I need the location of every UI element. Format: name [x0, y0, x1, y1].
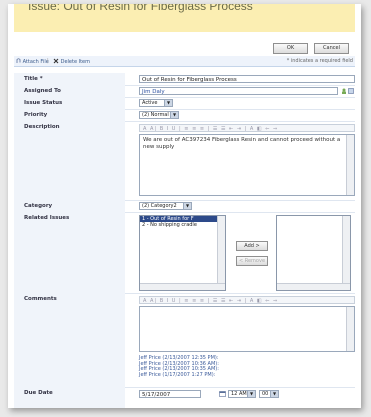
- selected-list-scrollbar[interactable]: [342, 216, 350, 290]
- chevron-down-icon: ▼: [183, 203, 191, 209]
- chevron-down-icon: ▼: [170, 112, 178, 118]
- assigned-to-label: Assigned To: [14, 85, 125, 97]
- selected-list-hscrollbar[interactable]: [277, 283, 350, 290]
- address-book-icon[interactable]: [348, 88, 354, 94]
- chevron-down-icon: ▼: [270, 391, 278, 397]
- due-date-input[interactable]: 5/17/2007: [139, 390, 201, 398]
- comments-scrollbar[interactable]: [346, 307, 354, 351]
- comments-rich-text-toolbar[interactable]: A A| B I U | ≡ ≡ ≡ | ☰ ☰ ⇤ ⇥ | A ◧ ⇐ ⇒: [139, 296, 355, 304]
- list-item[interactable]: 2 - No shipping cradle: [140, 222, 225, 228]
- comment-history: Jeff Price (2/13/2007 12:35 PM): Jeff Pr…: [139, 355, 219, 378]
- due-hour-value: 12 AM: [231, 391, 247, 397]
- attach-file-label: Attach File: [22, 59, 49, 65]
- category-value: (2) Category2: [142, 203, 177, 209]
- delete-item-button[interactable]: Delete Item: [53, 58, 90, 65]
- chevron-down-icon: ▼: [247, 391, 255, 397]
- related-issues-row: Related Issues 1 - Out of Resin for F 2 …: [14, 212, 355, 294]
- description-rich-text-toolbar[interactable]: A A| B I U | ≡ ≡ ≡ | ☰ ☰ ⇤ ⇥ | A ◧ ⇐ ⇒: [139, 124, 355, 132]
- priority-label: Priority: [14, 109, 125, 121]
- cancel-button[interactable]: Cancel: [314, 43, 349, 54]
- item-toolbar: Attach File | Delete Item * indicates a …: [14, 56, 355, 67]
- due-date-row: Due Date 5/17/2007 12 AM ▼ 00 ▼: [14, 387, 355, 408]
- due-date-label: Due Date: [14, 387, 125, 408]
- status-label: Issue Status: [14, 97, 125, 109]
- page-title: Issue: Out of Resin for Fiberglass Proce…: [28, 4, 253, 13]
- due-minute-value: 00: [262, 391, 269, 397]
- required-note: * indicates a required field: [286, 58, 353, 64]
- related-issues-label: Related Issues: [14, 212, 125, 293]
- source-list-hscrollbar[interactable]: [140, 283, 225, 290]
- description-text: We are out of AC397234 Fiberglass Resin …: [143, 137, 341, 150]
- title-input[interactable]: Out of Resin for Fiberglass Process: [139, 75, 355, 83]
- description-scrollbar[interactable]: [346, 135, 354, 195]
- x-delete-icon: [53, 58, 59, 64]
- title-bar: Issue: Out of Resin for Fiberglass Proce…: [14, 4, 355, 32]
- related-source-list[interactable]: 1 - Out of Resin for F 2 - No shipping c…: [139, 215, 226, 291]
- description-textarea[interactable]: We are out of AC397234 Fiberglass Resin …: [139, 134, 355, 196]
- chevron-down-icon: ▼: [164, 100, 172, 106]
- attach-file-button[interactable]: Attach File: [16, 58, 49, 65]
- status-value: Active: [142, 100, 158, 106]
- due-minute-select[interactable]: 00 ▼: [259, 390, 279, 398]
- source-list-scrollbar[interactable]: [217, 216, 225, 290]
- comments-textarea[interactable]: [139, 306, 355, 352]
- people-picker-icon[interactable]: [341, 88, 347, 94]
- edit-form-page: Issue: Out of Resin for Fiberglass Proce…: [8, 4, 361, 408]
- remove-related-button[interactable]: < Remove: [236, 256, 268, 266]
- ok-button[interactable]: OK: [273, 43, 308, 54]
- comments-label: Comments: [14, 293, 125, 387]
- description-row: Description A A| B I U | ≡ ≡ ≡ | ☰ ☰ ⇤ ⇥…: [14, 121, 355, 201]
- category-label: Category: [14, 200, 125, 212]
- due-hour-select[interactable]: 12 AM ▼: [228, 390, 256, 398]
- priority-value: (2) Normal: [142, 112, 169, 118]
- category-select[interactable]: (2) Category2 ▼: [139, 202, 192, 210]
- toolbar-separator: |: [47, 58, 49, 64]
- description-label: Description: [14, 121, 125, 200]
- status-select[interactable]: Active ▼: [139, 99, 173, 107]
- assigned-to-input[interactable]: Jim Daly: [139, 87, 338, 95]
- delete-item-label: Delete Item: [60, 59, 90, 65]
- calendar-icon[interactable]: [219, 391, 226, 397]
- related-selected-list[interactable]: [276, 215, 351, 291]
- title-label: Title *: [14, 73, 125, 85]
- comments-row: Comments A A| B I U | ≡ ≡ ≡ | ☰ ☰ ⇤ ⇥ | …: [14, 293, 355, 388]
- add-related-button[interactable]: Add >: [236, 241, 268, 251]
- paperclip-icon: [16, 58, 21, 63]
- priority-select[interactable]: (2) Normal ▼: [139, 111, 179, 119]
- history-entry: Jeff Price (1/17/2007 1:27 PM):: [139, 371, 216, 378]
